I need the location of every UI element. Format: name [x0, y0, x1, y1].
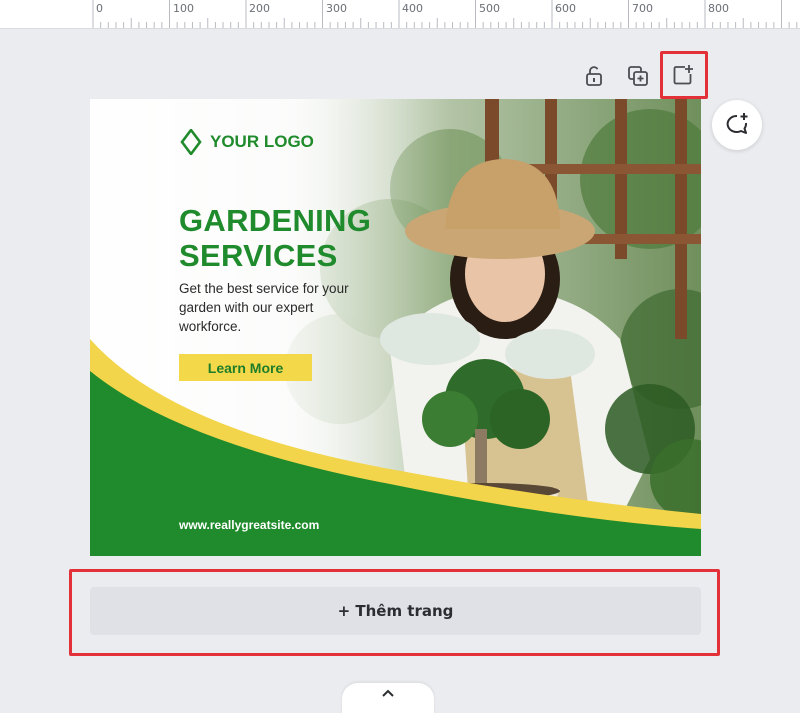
headline-line: SERVICES [179, 238, 338, 273]
ruler-label: 400 [402, 2, 423, 15]
page-panel-toggle[interactable] [342, 683, 434, 713]
ruler-label: 500 [479, 2, 500, 15]
ruler-label: 700 [632, 2, 653, 15]
horizontal-ruler: 0 100 200 300 400 500 600 700 800 [0, 0, 800, 29]
ruler-label: 300 [326, 2, 347, 15]
ruler-label: 200 [249, 2, 270, 15]
ruler-label: 800 [708, 2, 729, 15]
ruler-label: 600 [555, 2, 576, 15]
add-comment-icon [726, 113, 748, 134]
chevron-up-icon [382, 689, 394, 697]
ruler-ticks [92, 0, 798, 28]
add-page-icon-highlight [660, 51, 708, 99]
duplicate-page-icon[interactable] [624, 62, 652, 90]
logo: YOUR LOGO [180, 129, 314, 155]
ruler-label: 0 [96, 2, 103, 15]
lock-icon[interactable] [580, 62, 608, 90]
logo-text: YOUR LOGO [210, 132, 314, 151]
add-page-button-highlight [69, 569, 720, 656]
headline: GARDENING SERVICES [179, 203, 439, 273]
design-page[interactable]: YOUR LOGO GARDENING SERVICES Get the bes… [90, 99, 701, 556]
ruler-label: 100 [173, 2, 194, 15]
add-comment-button[interactable] [712, 100, 762, 150]
leaf-logo-icon [180, 129, 202, 155]
headline-line: GARDENING [179, 203, 372, 238]
description-text: Get the best service for your garden wit… [179, 281, 349, 334]
website-text: www.reallygreatsite.com [179, 518, 320, 532]
learn-more-button[interactable]: Learn More [179, 354, 312, 381]
